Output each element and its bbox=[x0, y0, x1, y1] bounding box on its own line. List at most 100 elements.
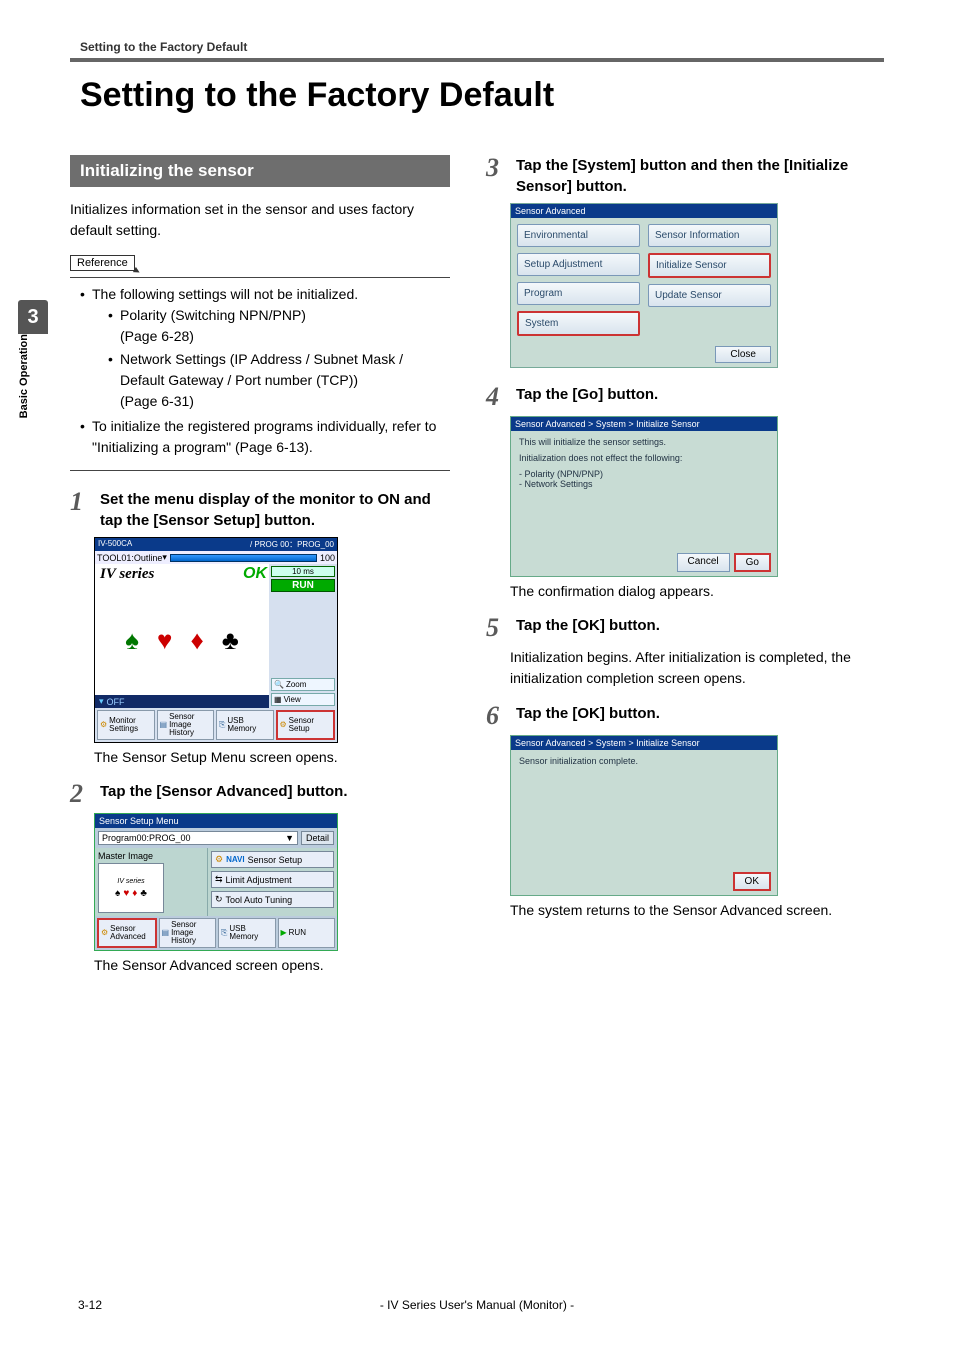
columns: Initializing the sensor Initializes info… bbox=[70, 155, 884, 989]
system-button[interactable]: System bbox=[517, 311, 640, 336]
fig1-run: RUN bbox=[271, 579, 335, 592]
fig1-tool: TOOL01:Outline bbox=[97, 553, 162, 563]
update-sensor-button[interactable]: Update Sensor bbox=[648, 284, 771, 307]
fig3-title: Sensor Advanced bbox=[511, 204, 777, 218]
right-column: 3 Tap the [System] button and then the [… bbox=[486, 155, 866, 989]
play-icon: ▶ bbox=[281, 929, 287, 937]
step-text: Set the menu display of the monitor to O… bbox=[100, 489, 450, 531]
sensor-setup-tab[interactable]: ⚙Sensor Setup bbox=[276, 710, 336, 740]
fig1-off[interactable]: OFF bbox=[95, 695, 269, 708]
run-tab[interactable]: ▶RUN bbox=[278, 918, 336, 948]
slider-icon: ⇆ bbox=[215, 874, 223, 885]
detail-button[interactable]: Detail bbox=[301, 831, 334, 845]
step-text: Tap the [System] button and then the [In… bbox=[516, 155, 866, 197]
figure-6: Sensor Advanced > System > Initialize Se… bbox=[510, 735, 866, 896]
image-history-tab[interactable]: ▤Sensor Image History bbox=[159, 918, 217, 948]
step-number: 1 bbox=[70, 489, 92, 531]
gear-icon: ⚙ bbox=[215, 854, 223, 865]
side-tab: 3 Basic Operation bbox=[18, 300, 48, 424]
fig4-line: Initialization does not effect the follo… bbox=[519, 453, 769, 463]
cancel-button[interactable]: Cancel bbox=[677, 553, 730, 572]
fig1-bar bbox=[170, 554, 317, 562]
chapter-label: Basic Operation bbox=[18, 334, 30, 424]
top-rule bbox=[70, 58, 884, 62]
fig6-title: Sensor Advanced > System > Initialize Se… bbox=[511, 736, 777, 750]
ref-item: The following settings will not be initi… bbox=[80, 284, 450, 412]
ref-text: Polarity (Switching NPN/PNP) bbox=[120, 307, 306, 323]
master-image-label: Master Image bbox=[98, 851, 204, 861]
master-thumbnail: IV series ♠♥ ♦♣ bbox=[98, 863, 164, 913]
sensor-setup-button[interactable]: ⚙NAVI Sensor Setup bbox=[211, 851, 334, 868]
close-button[interactable]: Close bbox=[715, 346, 771, 363]
gear-icon: ⚙ bbox=[101, 929, 108, 937]
club-icon: ♣ bbox=[140, 888, 147, 899]
ref-subitem: Polarity (Switching NPN/PNP) (Page 6-28) bbox=[108, 305, 450, 347]
usb-icon: ⎘ bbox=[219, 721, 225, 729]
footer: 3-12 - IV Series User's Manual (Monitor)… bbox=[0, 1298, 954, 1312]
fig1-score: 100 bbox=[320, 553, 335, 563]
image-history-tab[interactable]: ▤Sensor Image History bbox=[157, 710, 215, 740]
intro-text: Initializes information set in the senso… bbox=[70, 199, 450, 241]
program-dropdown[interactable]: Program00:PROG_00▼ bbox=[98, 831, 298, 845]
usb-memory-tab[interactable]: ⎘USB Memory bbox=[218, 918, 276, 948]
sensor-advanced-tab[interactable]: ⚙Sensor Advanced bbox=[97, 918, 157, 948]
program-button[interactable]: Program bbox=[517, 282, 640, 305]
footer-center: - IV Series User's Manual (Monitor) - bbox=[380, 1298, 574, 1312]
reference-block: The following settings will not be initi… bbox=[70, 277, 450, 471]
step-number: 5 bbox=[486, 615, 508, 641]
gear-icon: ⚙ bbox=[100, 721, 107, 729]
usb-icon: ⎘ bbox=[221, 929, 227, 937]
club-icon: ♣ bbox=[222, 625, 239, 656]
figure-4: Sensor Advanced > System > Initialize Se… bbox=[510, 416, 866, 577]
page-number: 3-12 bbox=[78, 1298, 102, 1312]
heart-icon: ♥ bbox=[157, 625, 172, 656]
sensor-information-button[interactable]: Sensor Information bbox=[648, 224, 771, 247]
reference-label: Reference bbox=[70, 255, 135, 271]
running-head: Setting to the Factory Default bbox=[70, 40, 884, 54]
step-6: 6 Tap the [OK] button. bbox=[486, 703, 866, 729]
chapter-number: 3 bbox=[18, 300, 48, 334]
fig1-model: IV-500CA bbox=[98, 539, 132, 550]
environmental-button[interactable]: Environmental bbox=[517, 224, 640, 247]
step-4: 4 Tap the [Go] button. bbox=[486, 384, 866, 410]
step4-caption: The confirmation dialog appears. bbox=[510, 583, 866, 599]
limit-adjustment-button[interactable]: ⇆Limit Adjustment bbox=[211, 871, 334, 888]
step-text: Tap the [Sensor Advanced] button. bbox=[100, 781, 348, 807]
step-5: 5 Tap the [OK] button. bbox=[486, 615, 866, 641]
history-icon: ▤ bbox=[162, 929, 170, 937]
step-text: Tap the [OK] button. bbox=[516, 703, 660, 729]
step2-caption: The Sensor Advanced screen opens. bbox=[94, 957, 450, 973]
usb-memory-tab[interactable]: ⎘USB Memory bbox=[216, 710, 274, 740]
fig2-title: Sensor Setup Menu bbox=[95, 814, 337, 828]
step-2: 2 Tap the [Sensor Advanced] button. bbox=[70, 781, 450, 807]
ok-icon: OK bbox=[243, 565, 267, 582]
ref-text: To initialize the registered programs in… bbox=[92, 418, 436, 455]
figure-1: IV-500CA / PROG 00：PROG_00 TOOL01:Outlin… bbox=[94, 537, 450, 743]
initialize-sensor-button[interactable]: Initialize Sensor bbox=[648, 253, 771, 278]
ref-page: (Page 6-31) bbox=[120, 393, 194, 409]
reference-list: The following settings will not be initi… bbox=[70, 284, 450, 458]
monitor-settings-tab[interactable]: ⚙Monitor Settings bbox=[97, 710, 155, 740]
fig1-ms: 10 ms bbox=[271, 566, 335, 577]
left-column: Initializing the sensor Initializes info… bbox=[70, 155, 450, 989]
gear-icon: ⚙ bbox=[280, 721, 287, 729]
fig1-viewport: ♠ ♥ ♦ ♣ bbox=[95, 585, 269, 695]
tool-auto-tuning-button[interactable]: ↻Tool Auto Tuning bbox=[211, 891, 334, 908]
page: 3 Basic Operation Setting to the Factory… bbox=[0, 0, 954, 1348]
go-button[interactable]: Go bbox=[734, 553, 771, 572]
fig4-line: This will initialize the sensor settings… bbox=[519, 437, 769, 447]
chevron-down-icon: ▼ bbox=[285, 833, 294, 843]
step1-caption: The Sensor Setup Menu screen opens. bbox=[94, 749, 450, 765]
ref-item: To initialize the registered programs in… bbox=[80, 416, 450, 458]
diamond-icon: ♦ bbox=[132, 888, 137, 899]
fig4-title: Sensor Advanced > System > Initialize Se… bbox=[511, 417, 777, 431]
ref-page: (Page 6-28) bbox=[120, 328, 194, 344]
step-number: 3 bbox=[486, 155, 508, 197]
diamond-icon: ♦ bbox=[190, 625, 203, 656]
step-3: 3 Tap the [System] button and then the [… bbox=[486, 155, 866, 197]
zoom-button[interactable]: 🔍Zoom bbox=[271, 678, 335, 691]
fig1-ivseries: IV series bbox=[95, 564, 159, 585]
setup-adjustment-button[interactable]: Setup Adjustment bbox=[517, 253, 640, 276]
view-button[interactable]: ▦View bbox=[271, 693, 335, 706]
ok-button[interactable]: OK bbox=[733, 872, 771, 891]
